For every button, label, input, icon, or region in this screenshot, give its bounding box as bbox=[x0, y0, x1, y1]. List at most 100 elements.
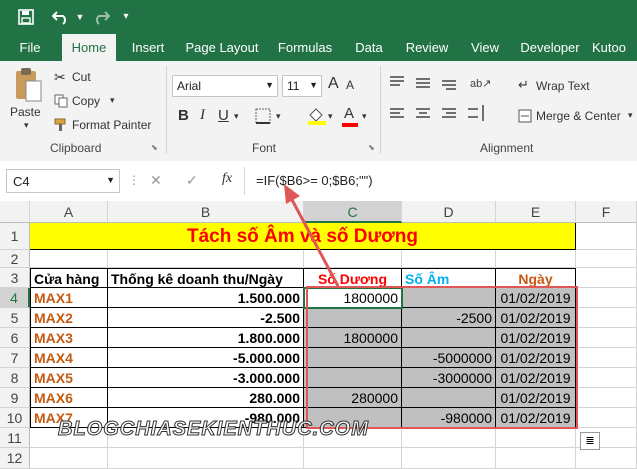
cell-a12[interactable] bbox=[30, 448, 108, 469]
format-painter-button[interactable]: Format Painter bbox=[54, 117, 154, 135]
revenue-cell[interactable]: -2.500 bbox=[108, 308, 304, 328]
insert-function-icon[interactable]: fx bbox=[222, 171, 232, 187]
row-header-12[interactable]: 12 bbox=[0, 448, 30, 469]
cell-f9[interactable] bbox=[576, 388, 637, 408]
merge-center-button[interactable]: Merge & Center ▾ bbox=[518, 107, 637, 125]
row-header-11[interactable]: 11 bbox=[0, 428, 30, 448]
store-cell[interactable]: MAX4 bbox=[30, 348, 108, 368]
column-header-f[interactable]: F bbox=[576, 201, 637, 223]
cell-d12[interactable] bbox=[402, 448, 496, 469]
drag-handle-icon[interactable]: ⋮ bbox=[128, 173, 140, 187]
alignment-buttons[interactable]: ab↗ bbox=[388, 73, 498, 129]
tab-file[interactable]: File bbox=[10, 34, 50, 61]
cell-a2[interactable] bbox=[30, 250, 108, 268]
cell-f2[interactable] bbox=[576, 250, 637, 268]
row-header-3[interactable]: 3 bbox=[0, 268, 30, 288]
font-color-button[interactable]: A bbox=[342, 105, 360, 127]
row-header-2[interactable]: 2 bbox=[0, 250, 30, 268]
row-header-10[interactable]: 10 bbox=[0, 408, 30, 428]
row-header-6[interactable]: 6 bbox=[0, 328, 30, 348]
tab-review[interactable]: Review bbox=[400, 34, 454, 61]
font-color-dropdown-icon[interactable]: ▾ bbox=[362, 111, 367, 122]
customize-icon[interactable]: ▾ bbox=[118, 0, 134, 34]
store-cell[interactable]: MAX2 bbox=[30, 308, 108, 328]
revenue-cell[interactable]: -3.000.000 bbox=[108, 368, 304, 388]
row-header-9[interactable]: 9 bbox=[0, 388, 30, 408]
underline-dropdown-icon[interactable]: ▾ bbox=[234, 111, 239, 122]
column-header-a[interactable]: A bbox=[30, 201, 108, 223]
tab-page-layout[interactable]: Page Layout bbox=[180, 34, 264, 61]
borders-icon[interactable] bbox=[254, 107, 274, 125]
cell-f8[interactable] bbox=[576, 368, 637, 388]
bold-button[interactable]: B bbox=[178, 107, 189, 124]
tab-home[interactable]: Home bbox=[62, 34, 116, 61]
store-cell[interactable]: MAX5 bbox=[30, 368, 108, 388]
paste-button[interactable]: Paste ▾ bbox=[10, 65, 46, 133]
store-cell[interactable]: MAX3 bbox=[30, 328, 108, 348]
tab-kutools[interactable]: Kutoo bbox=[592, 34, 637, 61]
enter-icon[interactable]: ✓ bbox=[186, 172, 198, 189]
cut-button[interactable]: ✂ Cut bbox=[54, 69, 134, 87]
header-revenue[interactable]: Thống kê doanh thu/Ngày bbox=[108, 268, 304, 288]
header-store[interactable]: Cửa hàng bbox=[30, 268, 108, 288]
borders-dropdown-icon[interactable]: ▾ bbox=[276, 111, 281, 122]
select-all-corner[interactable] bbox=[0, 201, 30, 223]
cell-b12[interactable] bbox=[108, 448, 304, 469]
fill-color-dropdown-icon[interactable]: ▾ bbox=[328, 111, 333, 122]
cell-f1[interactable] bbox=[576, 223, 637, 250]
grow-font-icon[interactable]: A bbox=[328, 75, 339, 93]
copy-button[interactable]: Copy ▾ bbox=[54, 93, 134, 111]
cell-f4[interactable] bbox=[576, 288, 637, 308]
column-header-e[interactable]: E bbox=[496, 201, 576, 223]
cell-d11[interactable] bbox=[402, 428, 496, 448]
cell-f10[interactable] bbox=[576, 408, 637, 428]
quick-analysis-icon[interactable]: ≣ bbox=[580, 432, 600, 450]
row-header-1[interactable]: 1 bbox=[0, 223, 30, 250]
cell-e12[interactable] bbox=[496, 448, 576, 469]
store-cell[interactable]: MAX6 bbox=[30, 388, 108, 408]
name-box[interactable]: C4 ▼ bbox=[6, 169, 120, 193]
row-header-7[interactable]: 7 bbox=[0, 348, 30, 368]
clipboard-launcher-icon[interactable]: ⬊ bbox=[151, 143, 158, 152]
underline-button[interactable]: U bbox=[218, 107, 229, 124]
save-icon[interactable] bbox=[14, 0, 38, 38]
tab-view[interactable]: View bbox=[462, 34, 508, 61]
tab-insert[interactable]: Insert bbox=[124, 34, 172, 61]
store-cell[interactable]: MAX1 bbox=[30, 288, 108, 308]
font-launcher-icon[interactable]: ⬊ bbox=[368, 143, 375, 152]
cell-e2[interactable] bbox=[496, 250, 576, 268]
revenue-cell[interactable]: 1.500.000 bbox=[108, 288, 304, 308]
row-header-4[interactable]: 4 bbox=[0, 288, 30, 308]
font-size-select[interactable]: 11 ▼ bbox=[282, 75, 322, 97]
revenue-cell[interactable]: 1.800.000 bbox=[108, 328, 304, 348]
tab-developer[interactable]: Developer bbox=[516, 34, 584, 61]
tab-formulas[interactable]: Formulas bbox=[272, 34, 338, 61]
redo-icon[interactable] bbox=[90, 0, 112, 38]
revenue-cell[interactable]: 280.000 bbox=[108, 388, 304, 408]
revenue-cell[interactable]: -5.000.000 bbox=[108, 348, 304, 368]
cell-f12[interactable] bbox=[576, 448, 637, 469]
cell-f7[interactable] bbox=[576, 348, 637, 368]
header-date[interactable]: Ngày bbox=[496, 268, 576, 288]
undo-dropdown-icon[interactable]: ▼ bbox=[74, 0, 86, 34]
cell-b2[interactable] bbox=[108, 250, 304, 268]
shrink-font-icon[interactable]: A bbox=[346, 78, 354, 92]
column-header-b[interactable]: B bbox=[108, 201, 304, 223]
undo-icon[interactable] bbox=[50, 0, 72, 38]
font-name-select[interactable]: Arial ▼ bbox=[172, 75, 278, 97]
italic-button[interactable]: I bbox=[200, 107, 205, 124]
column-header-d[interactable]: D bbox=[402, 201, 496, 223]
cell-f6[interactable] bbox=[576, 328, 637, 348]
cell-c12[interactable] bbox=[304, 448, 402, 469]
cell-e11[interactable] bbox=[496, 428, 576, 448]
wrap-text-button[interactable]: ↵ Wrap Text bbox=[518, 77, 618, 95]
cell-f3[interactable] bbox=[576, 268, 637, 288]
cell-d2[interactable] bbox=[402, 250, 496, 268]
row-header-5[interactable]: 5 bbox=[0, 308, 30, 328]
cell-f5[interactable] bbox=[576, 308, 637, 328]
tab-data[interactable]: Data bbox=[346, 34, 392, 61]
fill-color-icon[interactable] bbox=[306, 105, 328, 125]
header-negative[interactable]: Số Âm bbox=[402, 268, 496, 288]
cancel-icon[interactable]: ✕ bbox=[150, 172, 162, 189]
row-header-8[interactable]: 8 bbox=[0, 368, 30, 388]
